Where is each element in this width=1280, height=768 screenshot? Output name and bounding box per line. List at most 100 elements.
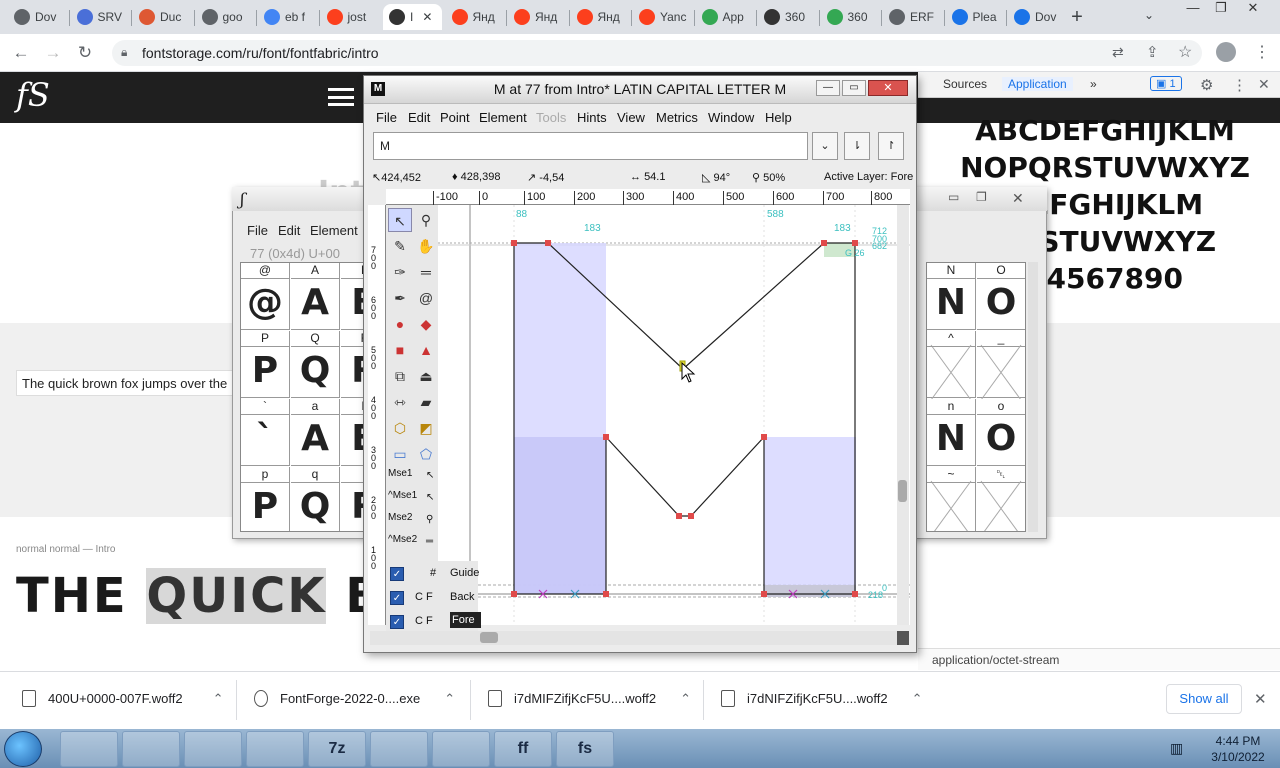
hv-point-tool-icon[interactable]: ◆ <box>414 312 438 336</box>
downloads-icon[interactable] <box>432 731 490 767</box>
close-icon[interactable]: ✕ <box>1238 0 1268 20</box>
settings-gear-icon[interactable]: ⚙ <box>1200 76 1213 94</box>
gw-menu-metrics[interactable]: Metrics <box>656 110 698 125</box>
rotate-tool-icon[interactable]: ⏏ <box>414 364 438 388</box>
browser-tab[interactable]: 360 <box>758 4 817 30</box>
browser-tab[interactable]: Duc <box>133 4 192 30</box>
gw-menu-edit[interactable]: Edit <box>408 110 430 125</box>
url-text[interactable]: fontstorage.com/ru/font/fontfabric/intro <box>142 45 379 61</box>
control-panel-icon[interactable] <box>246 731 304 767</box>
devtools-menu-icon[interactable]: ⋮ <box>1232 76 1247 94</box>
gw-maximize-icon[interactable]: ▭ <box>842 80 866 96</box>
3d-rotate-tool-icon[interactable]: ⬡ <box>388 416 412 440</box>
fontforge-icon[interactable]: fs <box>556 731 614 767</box>
glyph-cell[interactable]: qQ <box>291 467 340 531</box>
glyph-edit-canvas[interactable] <box>438 205 910 625</box>
new-tab-button[interactable]: + <box>1066 6 1088 28</box>
glyph-cell[interactable]: QQ <box>291 331 340 398</box>
glyph-cell[interactable]: pP <box>241 467 290 531</box>
gw-menu-point[interactable]: Point <box>440 110 470 125</box>
browser-tab[interactable]: ERF <box>883 4 942 30</box>
glyph-cell[interactable]: nN <box>927 399 976 466</box>
pointer-tool-icon[interactable]: ↖ <box>388 208 412 232</box>
browser-tab[interactable]: Plea <box>946 4 1005 30</box>
chrome-icon[interactable] <box>184 731 242 767</box>
glyph-cell[interactable]: AA <box>291 263 340 330</box>
fontforge-icon[interactable]: ff <box>494 731 552 767</box>
browser-tab[interactable]: App <box>696 4 755 30</box>
explorer-icon[interactable] <box>60 731 118 767</box>
perspective-tool-icon[interactable]: ◩ <box>414 416 438 440</box>
tab-application[interactable]: Application <box>1002 77 1073 91</box>
fv-vertical-scrollbar[interactable] <box>1028 262 1038 532</box>
forward-icon[interactable]: → <box>42 42 64 64</box>
glyph-name-dropdown-icon[interactable]: ⌄ <box>812 132 838 160</box>
browser-tab[interactable]: 360 <box>821 4 880 30</box>
gw-minimize-icon[interactable]: — <box>816 80 840 96</box>
close-tab-icon[interactable]: ✕ <box>422 10 432 24</box>
pen-tool-icon[interactable]: ✒ <box>388 286 412 310</box>
glyph-cell[interactable]: ^ <box>927 331 976 398</box>
glyph-outline-svg[interactable] <box>438 205 910 625</box>
tab-sources[interactable]: Sources <box>943 77 987 91</box>
glyph-prev-icon[interactable]: ⇂ <box>844 132 870 160</box>
checkbox-icon[interactable]: ✓ <box>390 591 404 605</box>
polygon-tool-icon[interactable]: ⬠ <box>414 442 438 466</box>
tangent-point-tool-icon[interactable]: ▲ <box>414 338 438 362</box>
tab-search-icon[interactable]: ⌄ <box>1144 8 1154 22</box>
fv-maximize-icon[interactable]: ❐ <box>976 190 987 204</box>
system-clock[interactable]: 4:44 PM 3/10/2022 <box>1200 733 1276 765</box>
ruler-tool-icon[interactable]: ═ <box>414 260 438 284</box>
reload-icon[interactable]: ↻ <box>74 42 96 64</box>
glyph-cell[interactable]: ␡ <box>977 467 1025 531</box>
checkbox-icon[interactable]: ✓ <box>390 615 404 629</box>
horizontal-scroll-thumb[interactable] <box>480 632 498 643</box>
vertical-scroll-thumb[interactable] <box>898 480 907 502</box>
fv-minimize-icon[interactable]: ▭ <box>948 190 959 204</box>
canvas-horizontal-scrollbar[interactable] <box>370 631 897 645</box>
glyph-cell[interactable]: _ <box>977 331 1025 398</box>
browser-tab[interactable]: jost <box>321 4 380 30</box>
glyph-cell[interactable]: ` ` <box>241 399 290 466</box>
profile-avatar[interactable] <box>1216 42 1236 62</box>
7zip-icon[interactable]: 7z <box>308 731 366 767</box>
close-downloads-icon[interactable]: ✕ <box>1254 690 1267 708</box>
fv-menu-edit[interactable]: Edit <box>278 223 300 238</box>
download-item[interactable]: FontForge-2022-0....exe ⌃ <box>254 690 455 707</box>
gw-menu-window[interactable]: Window <box>708 110 754 125</box>
browser-tab[interactable]: Dov <box>8 4 67 30</box>
layer-row-back[interactable]: ✓ C F Back <box>388 587 478 609</box>
restore-icon[interactable]: ❐ <box>1206 0 1236 20</box>
gw-menu-view[interactable]: View <box>617 110 645 125</box>
flip-tool-icon[interactable]: ⇿ <box>388 390 412 414</box>
glyph-cell[interactable]: ~ <box>927 467 976 531</box>
corner-point-tool-icon[interactable]: ■ <box>388 338 412 362</box>
rectangle-tool-icon[interactable]: ▭ <box>388 442 412 466</box>
scroll-hand-tool-icon[interactable]: ✋ <box>414 234 438 258</box>
browser-tab[interactable]: I ✕ <box>383 4 442 30</box>
download-item[interactable]: i7dMIFZifjKcF5U....woff2 ⌃ <box>488 690 691 707</box>
devtools-close-icon[interactable]: ✕ <box>1258 76 1270 93</box>
sample-text-input[interactable]: The quick brown fox jumps over the <box>16 370 236 396</box>
network-icon[interactable]: ▥ <box>1170 740 1183 757</box>
browser-tab[interactable]: Yanc <box>633 4 692 30</box>
glyph-next-icon[interactable]: ↾ <box>878 132 904 160</box>
glyph-cell[interactable]: aA <box>291 399 340 466</box>
browser-tab[interactable]: Dov <box>1008 4 1067 30</box>
gw-menu-element[interactable]: Element <box>479 110 527 125</box>
layer-row-guide[interactable]: ✓ # Guide <box>388 563 479 585</box>
back-icon[interactable]: ← <box>10 42 32 64</box>
show-all-button[interactable]: Show all <box>1166 684 1242 714</box>
browser-tab[interactable]: SRV <box>71 4 130 30</box>
bookmark-star-icon[interactable]: ☆ <box>1178 42 1192 62</box>
translate-icon[interactable]: ⇄ <box>1112 44 1124 61</box>
more-tabs-icon[interactable]: » <box>1090 77 1097 91</box>
freehand-tool-icon[interactable]: ✎ <box>388 234 412 258</box>
start-button[interactable] <box>4 731 42 767</box>
skew-tool-icon[interactable]: ▰ <box>414 390 438 414</box>
download-item[interactable]: i7dNIFZifjKcF5U....woff2 ⌃ <box>721 690 923 707</box>
site-logo[interactable]: fS <box>16 76 50 114</box>
browser-tab[interactable]: Янд <box>446 4 505 30</box>
lock-icon[interactable]: 🔒︎ <box>121 45 127 60</box>
fv-menu-element[interactable]: Element <box>310 223 358 238</box>
